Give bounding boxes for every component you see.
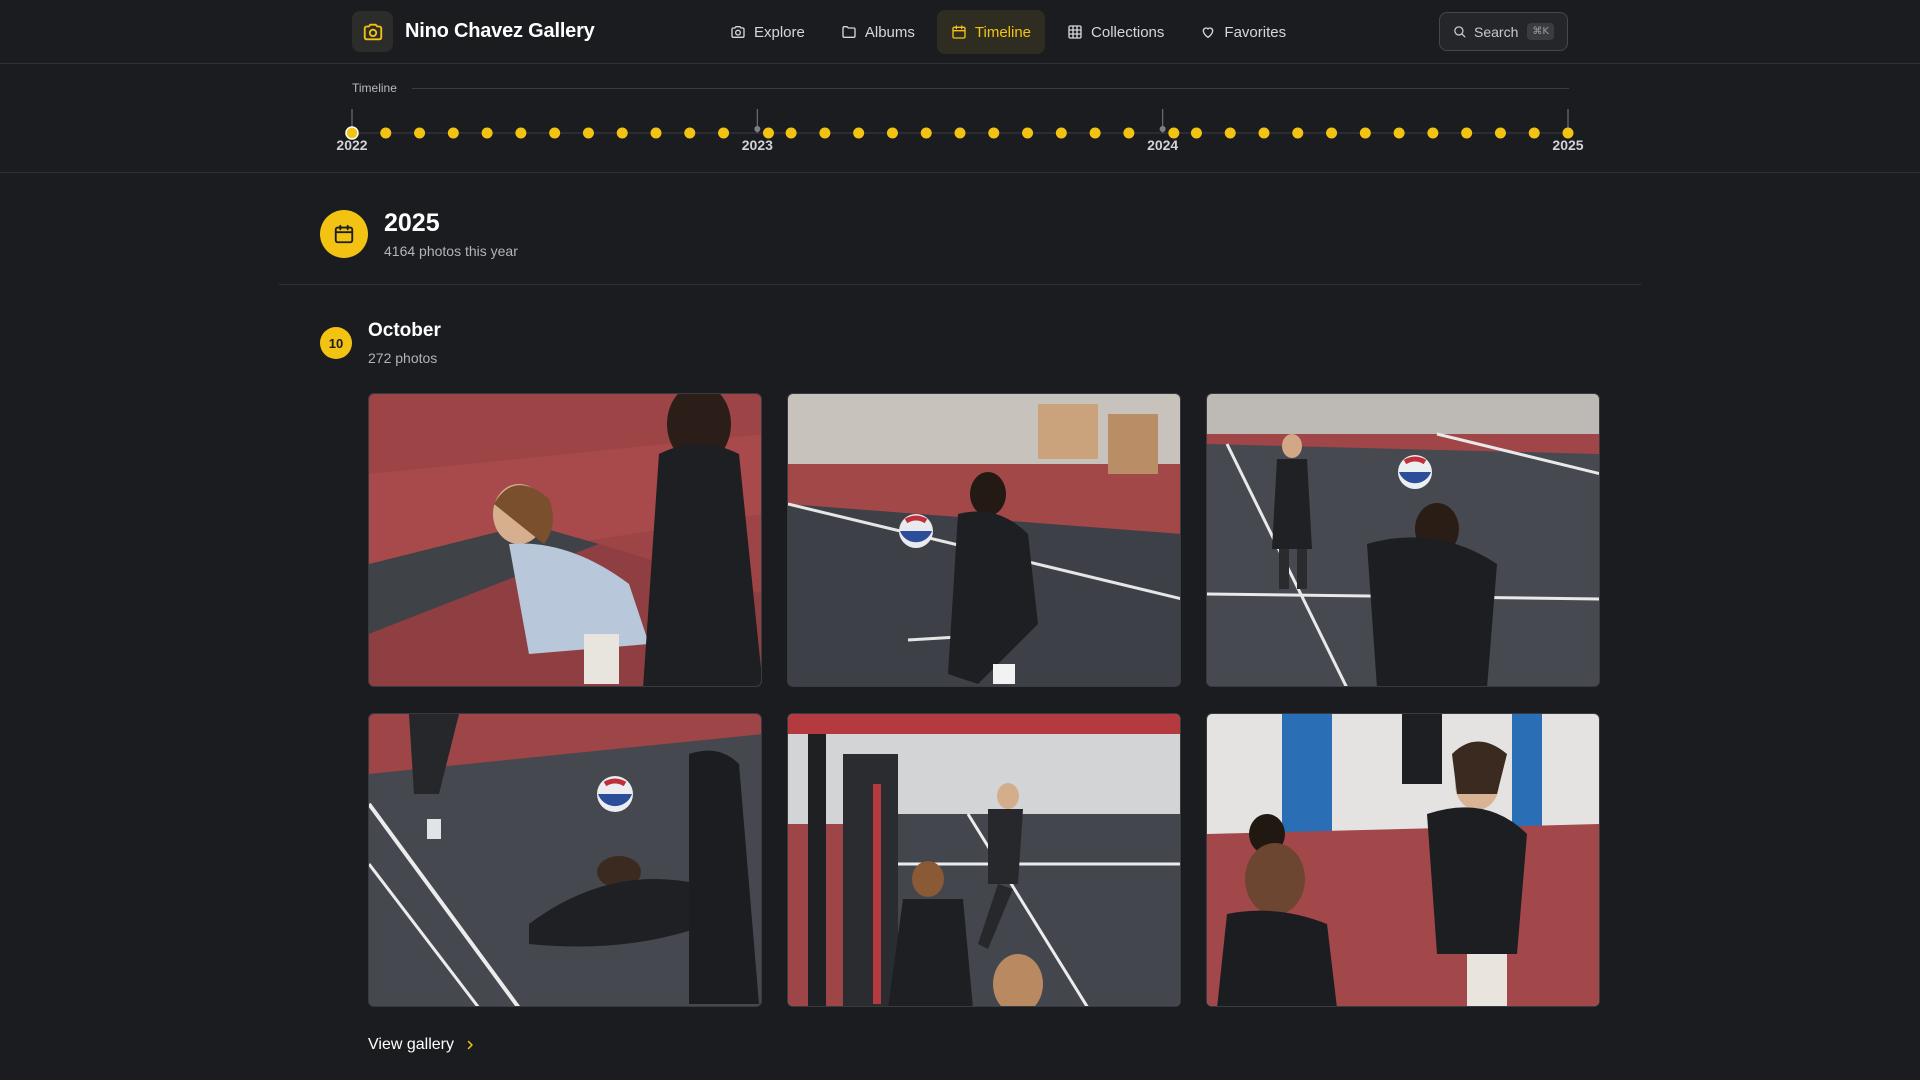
timeline-month-marker[interactable]	[616, 127, 628, 139]
timeline-month-marker[interactable]	[954, 127, 966, 139]
main-nav: Explore Albums Timeline Collections Favo…	[716, 10, 1308, 54]
grid-icon	[1068, 25, 1082, 39]
year-title: 2025	[384, 209, 440, 237]
timeline-month-marker[interactable]	[481, 127, 493, 139]
timeline-month-marker[interactable]	[1258, 127, 1270, 139]
photo-thumbnail[interactable]	[1206, 393, 1600, 687]
timeline-month-marker[interactable]	[1393, 127, 1405, 139]
timeline-year-label[interactable]: 2024	[1147, 137, 1178, 153]
search-button[interactable]: Search ⌘K	[1439, 12, 1568, 51]
timeline-month-marker[interactable]	[1359, 127, 1371, 139]
timeline-month-marker[interactable]	[1292, 127, 1304, 139]
photo-thumbnail[interactable]	[1206, 713, 1600, 1007]
folder-icon	[842, 26, 856, 38]
year-header: 2025 4164 photos this year	[320, 209, 518, 259]
calendar-icon	[320, 210, 368, 258]
timeline-month-marker[interactable]	[718, 127, 730, 139]
timeline-month-marker[interactable]	[886, 127, 898, 139]
timeline-month-marker[interactable]	[819, 127, 831, 139]
timeline-month-marker[interactable]	[1022, 127, 1034, 139]
timeline-month-marker[interactable]	[785, 127, 797, 139]
photo-thumbnail[interactable]	[787, 713, 1181, 1007]
timeline-month-marker[interactable]	[1190, 127, 1202, 139]
nav-collections-label: Collections	[1091, 23, 1165, 41]
heart-icon	[1203, 27, 1214, 38]
photo-thumbnail[interactable]	[368, 393, 762, 687]
search-label: Search	[1474, 23, 1519, 40]
timeline-year-marker[interactable]	[754, 126, 761, 132]
timeline-month-marker[interactable]	[1528, 127, 1540, 139]
search-shortcut: ⌘K	[1527, 23, 1554, 40]
month-number-badge: 10	[320, 327, 352, 359]
timeline-month-marker[interactable]	[582, 127, 594, 139]
timeline-month-marker[interactable]	[988, 127, 1000, 139]
timeline-month-marker[interactable]	[853, 127, 865, 139]
section-divider	[279, 284, 1641, 285]
timeline-strip: Timeline 2022 2023 2024 2025	[0, 65, 1920, 173]
timeline-month-marker[interactable]	[1326, 127, 1338, 139]
timeline-month-marker[interactable]	[1123, 127, 1135, 139]
search-icon	[1454, 26, 1466, 38]
top-navigation-bar: Nino Chavez Gallery Explore Albums Timel…	[0, 0, 1920, 64]
timeline-year-label[interactable]: 2025	[1552, 137, 1583, 153]
timeline-scrubber[interactable]: 2022 2023 2024 2025	[0, 65, 1920, 173]
timeline-month-marker[interactable]	[1089, 127, 1101, 139]
camera-icon	[731, 26, 745, 38]
timeline-month-marker[interactable]	[380, 127, 392, 139]
photo-thumbnail[interactable]	[787, 393, 1181, 687]
timeline-month-marker[interactable]	[1055, 127, 1067, 139]
nav-albums-label: Albums	[864, 23, 915, 41]
view-gallery-label: View gallery	[368, 1036, 454, 1053]
year-photo-count: 4164 photos this year	[384, 243, 518, 259]
timeline-month-marker[interactable]	[515, 127, 527, 139]
nav-favorites[interactable]: Favorites	[1186, 10, 1300, 54]
timeline-month-marker[interactable]	[1461, 127, 1473, 139]
nav-albums[interactable]: Albums	[827, 10, 929, 54]
camera-icon	[352, 11, 393, 52]
photo-grid	[368, 393, 1601, 1007]
nav-favorites-label: Favorites	[1224, 23, 1287, 41]
brand-title: Nino Chavez Gallery	[405, 20, 595, 42]
brand[interactable]: Nino Chavez Gallery	[352, 11, 595, 52]
timeline-month-marker[interactable]	[650, 127, 662, 139]
timeline-month-marker[interactable]	[414, 127, 426, 139]
timeline-month-marker[interactable]	[684, 127, 696, 139]
timeline-year-label[interactable]: 2023	[742, 137, 773, 153]
month-photo-count: 272 photos	[368, 350, 438, 366]
nav-explore[interactable]: Explore	[716, 10, 819, 54]
timeline-month-marker[interactable]	[920, 127, 932, 139]
month-header: 10 October 272 photos	[320, 318, 441, 366]
timeline-month-marker[interactable]	[762, 127, 774, 139]
timeline-month-marker[interactable]	[447, 127, 459, 139]
timeline-month-marker[interactable]	[1562, 127, 1574, 139]
timeline-month-marker[interactable]	[549, 127, 561, 139]
nav-collections[interactable]: Collections	[1053, 10, 1178, 54]
timeline-selected-marker[interactable]	[345, 126, 359, 140]
nav-explore-label: Explore	[754, 23, 805, 41]
photo-thumbnail[interactable]	[368, 713, 762, 1007]
timeline-month-marker[interactable]	[1168, 127, 1180, 139]
month-title: October	[368, 320, 441, 341]
timeline-month-marker[interactable]	[1224, 127, 1236, 139]
nav-timeline[interactable]: Timeline	[936, 10, 1046, 54]
timeline-month-marker[interactable]	[1494, 127, 1506, 139]
calendar-icon	[952, 25, 966, 39]
nav-timeline-label: Timeline	[974, 23, 1032, 41]
chevron-right-icon	[467, 1040, 473, 1050]
timeline-year-marker[interactable]	[1159, 126, 1166, 132]
timeline-month-marker[interactable]	[1427, 127, 1439, 139]
view-gallery-link[interactable]: View gallery	[368, 1036, 476, 1054]
